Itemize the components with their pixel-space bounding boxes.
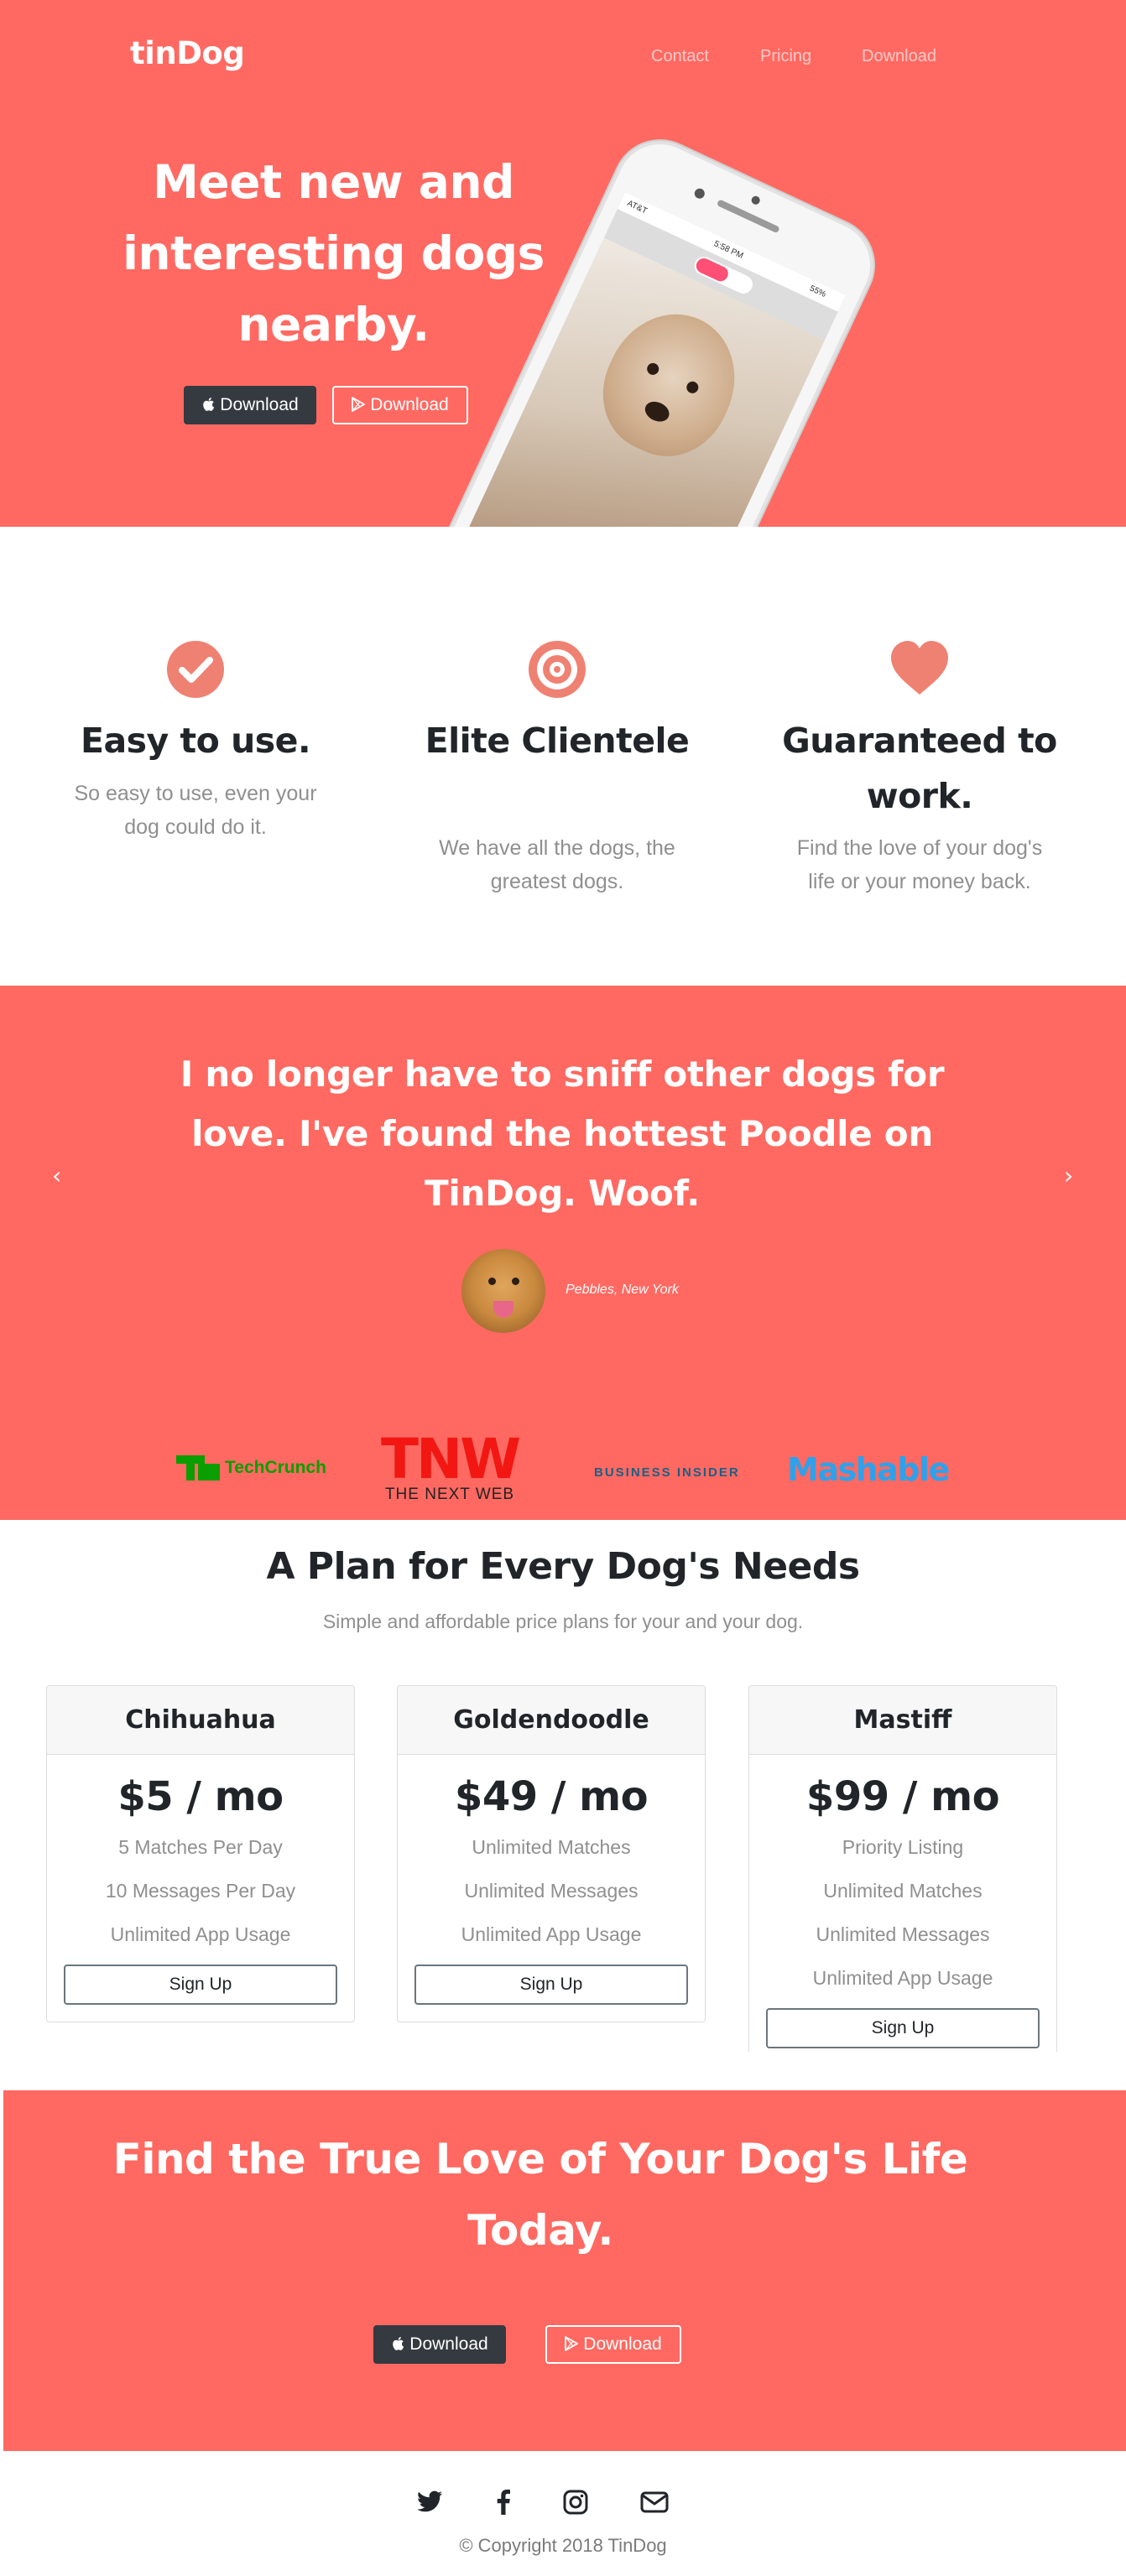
plan-features: 5 Matches Per Day 10 Messages Per Day Un… xyxy=(47,1825,354,1956)
page: tinDog Contact Pricing Download Meet new… xyxy=(0,0,1126,2576)
mashable-text: Mashable xyxy=(787,1451,950,1488)
pricing-card-chihuahua: Chihuahua $5 / mo 5 Matches Per Day 10 M… xyxy=(46,1685,355,2022)
feature-title-elite: Elite Clientele xyxy=(425,721,690,761)
techcrunch-text: TechCrunch xyxy=(225,1458,326,1477)
cta-download-google-button[interactable]: Download xyxy=(545,2325,681,2364)
cta-download-apple-button[interactable]: Download xyxy=(373,2325,506,2364)
hero-download-apple-button[interactable]: Download xyxy=(184,386,316,424)
testimonial-avatar xyxy=(461,1249,545,1333)
cta-section: Find the True Love of Your Dog's Life To… xyxy=(3,2090,1126,2451)
plan-name: Chihuahua xyxy=(47,1686,354,1755)
nav-link-contact[interactable]: Contact xyxy=(651,47,709,66)
google-play-icon xyxy=(565,2335,579,2354)
plan-feature: Unlimited App Usage xyxy=(110,1923,291,1945)
plan-feature: Unlimited App Usage xyxy=(812,1967,993,1989)
testimonials-section: ‹ › I no longer have to sniff other dogs… xyxy=(0,986,1126,1520)
google-play-icon xyxy=(352,396,366,414)
sign-up-button[interactable]: Sign Up xyxy=(414,1965,688,2005)
check-circle-icon xyxy=(165,639,226,700)
mashable-logo: Mashable xyxy=(787,1451,950,1488)
bullseye-icon xyxy=(527,639,587,700)
hero-download-apple-label: Download xyxy=(220,395,299,414)
business-insider-text: BUSINESS INSIDER xyxy=(594,1465,740,1480)
plan-feature: Unlimited Matches xyxy=(472,1836,631,1858)
dog-face xyxy=(582,293,758,476)
avatar-tongue xyxy=(493,1301,513,1318)
plan-price: $49 / mo xyxy=(454,1773,649,1820)
twitter-icon[interactable] xyxy=(414,2487,445,2517)
tnw-text: TNW xyxy=(381,1427,521,1491)
apple-icon xyxy=(391,2336,404,2354)
plan-price: $5 / mo xyxy=(117,1773,284,1820)
feature-title-guaranteed: Guaranteed to work. xyxy=(782,721,1057,816)
navbar-brand[interactable]: tinDog xyxy=(130,35,245,71)
nav-link-download[interactable]: Download xyxy=(862,47,936,66)
plan-name: Mastiff xyxy=(749,1686,1056,1755)
sign-up-button[interactable]: Sign Up xyxy=(64,1965,337,2005)
dog-eye-right xyxy=(685,379,701,396)
plan-feature: Unlimited Messages xyxy=(464,1880,639,1902)
avatar-eye-left xyxy=(488,1278,496,1285)
pricing-card-goldendoodle: Goldendoodle $49 / mo Unlimited Matches … xyxy=(397,1685,706,2022)
phone-toggle-flame xyxy=(693,255,731,284)
techcrunch-logo: TechCrunch xyxy=(176,1455,326,1481)
instagram-icon[interactable] xyxy=(560,2487,591,2517)
pricing-title: A Plan for Every Dog's Needs xyxy=(266,1545,860,1588)
hero-title: Meet new and interesting dogs nearby. xyxy=(123,155,545,351)
plan-feature: Priority Listing xyxy=(842,1836,964,1858)
testimonial-quote: I no longer have to sniff other dogs for… xyxy=(180,1054,945,1214)
plan-features: Unlimited Matches Unlimited Messages Unl… xyxy=(398,1825,705,1956)
pricing-subtitle: Simple and affordable price plans for yo… xyxy=(322,1611,804,1632)
plan-feature: Unlimited Messages xyxy=(816,1923,990,1945)
pricing-card-mastiff: Mastiff $99 / mo Priority Listing Unlimi… xyxy=(748,1685,1057,2052)
cta-download-apple-label: Download xyxy=(409,2334,488,2354)
tnw-subtext: THE NEXT WEB xyxy=(384,1486,515,1503)
dog-eye-left xyxy=(644,361,661,377)
testimonial-author: Pebbles, New York xyxy=(566,1283,679,1297)
nav-link-pricing[interactable]: Pricing xyxy=(760,47,811,66)
envelope-icon[interactable] xyxy=(639,2487,670,2517)
feature-text-easy: So easy to use, even your dog could do i… xyxy=(74,782,317,839)
carousel-prev-icon[interactable]: ‹ xyxy=(52,1162,61,1189)
business-insider-logo: BUSINESS INSIDER xyxy=(594,1465,740,1480)
dog-nose xyxy=(641,398,673,426)
feature-text-elite: We have all the dogs, the greatest dogs. xyxy=(439,836,675,893)
sign-up-button[interactable]: Sign Up xyxy=(766,2008,1040,2048)
techcrunch-mark-icon xyxy=(176,1455,220,1481)
feature-title-easy: Easy to use. xyxy=(80,721,311,761)
avatar-eye-right xyxy=(512,1278,519,1285)
footer: © Copyright 2018 TinDog xyxy=(0,2451,1126,2576)
copyright-text: © Copyright 2018 TinDog xyxy=(459,2535,667,2556)
plan-features: Priority Listing Unlimited Matches Unlim… xyxy=(749,1825,1056,2000)
features-section: Easy to use. So easy to use, even your d… xyxy=(0,527,1126,986)
carousel-next-icon[interactable]: › xyxy=(1064,1162,1073,1189)
heart-icon xyxy=(889,639,950,700)
plan-price: $99 / mo xyxy=(805,1773,1000,1820)
cta-download-google-label: Download xyxy=(583,2334,662,2354)
plan-name: Goldendoodle xyxy=(398,1686,705,1755)
hero-section: tinDog Contact Pricing Download Meet new… xyxy=(0,0,1126,527)
plan-feature: Unlimited App Usage xyxy=(461,1923,642,1945)
apple-icon xyxy=(201,397,215,414)
phone-battery: 55% xyxy=(808,284,827,299)
facebook-icon[interactable] xyxy=(488,2487,519,2517)
feature-text-guaranteed: Find the love of your dog's life or your… xyxy=(796,836,1043,893)
plan-feature: Unlimited Matches xyxy=(823,1880,983,1902)
hero-download-google-button[interactable]: Download xyxy=(332,386,468,424)
tnw-logo: TNW THE NEXT WEB xyxy=(381,1427,521,1504)
phone-carrier: AT&T xyxy=(625,199,649,216)
cta-title: Find the True Love of Your Dog's Life To… xyxy=(112,2135,968,2255)
hero-download-google-label: Download xyxy=(370,395,449,414)
plan-feature: 5 Matches Per Day xyxy=(118,1836,283,1858)
plan-feature: 10 Messages Per Day xyxy=(105,1880,296,1902)
pricing-section: A Plan for Every Dog's Needs Simple and … xyxy=(0,1520,1126,2090)
